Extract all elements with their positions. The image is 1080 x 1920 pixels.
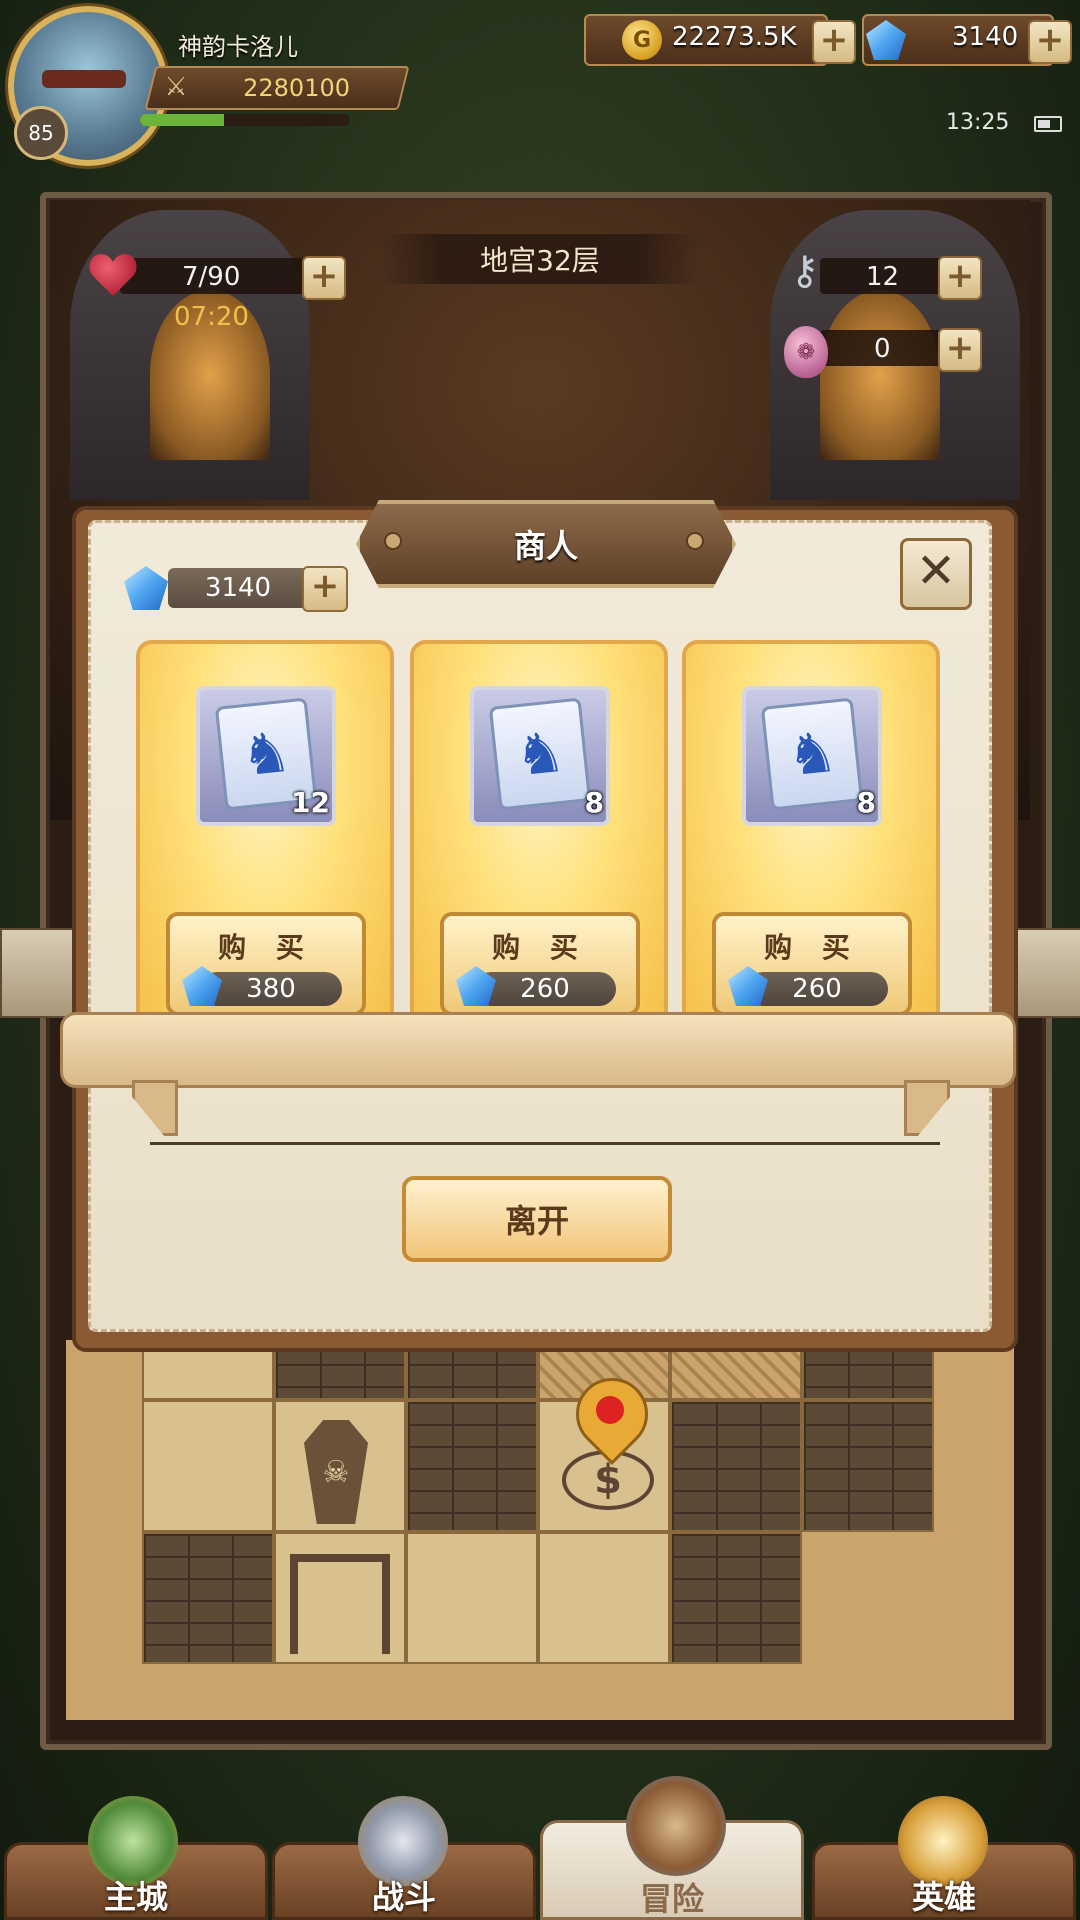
- key-icon: ⚷: [790, 248, 820, 294]
- add-eggs-button[interactable]: +: [938, 328, 982, 372]
- add-gold-button[interactable]: +: [812, 20, 856, 64]
- table-icon: [290, 1554, 390, 1654]
- status-clock: 13:25: [946, 110, 1010, 135]
- exp-bar: [140, 114, 350, 126]
- tab-adventure-label: 冒险: [639, 1880, 704, 1918]
- item-count: 8: [584, 786, 604, 819]
- rivet-icon: [384, 532, 402, 550]
- item-price: 260: [474, 972, 616, 1006]
- power-swords-icon: ⚔: [164, 72, 188, 102]
- floor-title: 地宫32层: [380, 234, 700, 284]
- item-count: 8: [856, 786, 876, 819]
- add-stamina-button[interactable]: +: [302, 256, 346, 300]
- adventure-map-icon: [626, 1776, 726, 1876]
- leave-button[interactable]: 离开: [402, 1176, 672, 1262]
- tab-heroes-label: 英雄: [911, 1878, 976, 1916]
- buy-button-label: 购 买: [764, 931, 860, 964]
- player-power: 2280100: [243, 74, 350, 102]
- item-price: 380: [200, 972, 342, 1006]
- map-tile: [802, 1400, 934, 1532]
- buy-button-label: 购 买: [218, 931, 314, 964]
- map-tile[interactable]: [538, 1532, 670, 1664]
- player-level-badge: 85: [14, 106, 68, 160]
- eggs-value: 0: [874, 334, 891, 364]
- location-pin-dot: [596, 1396, 624, 1424]
- left-rail: [0, 928, 74, 1018]
- player-name: 神韵卡洛儿: [178, 32, 298, 61]
- map-tile: [670, 1400, 802, 1532]
- rivet-icon: [686, 532, 704, 550]
- map-tile[interactable]: [406, 1532, 538, 1664]
- buy-button-label: 购 买: [492, 931, 588, 964]
- avatar-blindfold: [42, 70, 126, 88]
- stamina-value: 7/90: [182, 262, 241, 292]
- egg-icon: ❁: [784, 326, 828, 378]
- add-gems-button[interactable]: +: [1028, 20, 1072, 64]
- close-button[interactable]: ✕: [900, 538, 972, 610]
- map-grid: [142, 1340, 942, 1688]
- tab-battle-label: 战斗: [371, 1878, 436, 1916]
- gold-value: 22273.5K: [672, 22, 797, 52]
- item-count: 12: [291, 786, 330, 819]
- right-doorway[interactable]: [820, 290, 940, 460]
- divider: [150, 1142, 940, 1145]
- dialog-gem-balance: 3140: [168, 568, 308, 608]
- map-tile: [406, 1400, 538, 1532]
- merchant-title: 商人: [356, 500, 736, 588]
- stamina-timer: 07:20: [174, 302, 249, 332]
- item-price: 260: [746, 972, 888, 1006]
- gem-value: 3140: [952, 22, 1019, 52]
- add-keys-button[interactable]: +: [938, 256, 982, 300]
- map-tile: [670, 1532, 802, 1664]
- add-gems-button[interactable]: +: [302, 566, 348, 612]
- map-tile[interactable]: [142, 1400, 274, 1532]
- right-rail: [1010, 928, 1080, 1018]
- tab-main-city-label: 主城: [103, 1878, 168, 1916]
- keys-value: 12: [866, 262, 900, 292]
- gold-coin-icon: G: [622, 20, 662, 60]
- shop-shelf: [60, 1012, 1016, 1088]
- battery-level: [1038, 120, 1050, 128]
- exp-bar-fill: [140, 114, 224, 126]
- map-tile: [142, 1532, 274, 1664]
